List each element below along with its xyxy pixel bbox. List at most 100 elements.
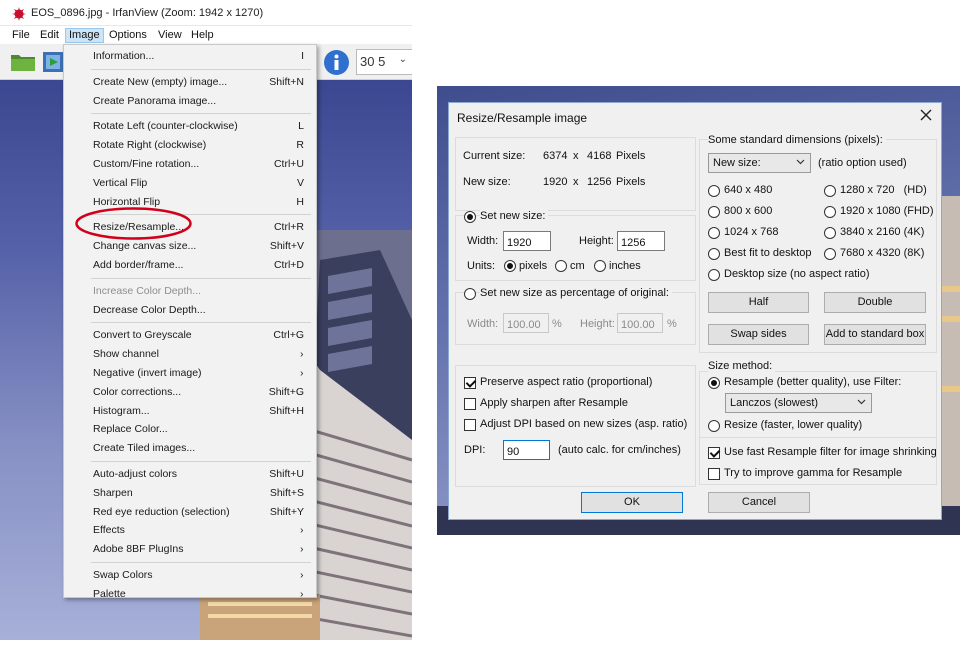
menu-item-sharpen[interactable]: Sharpen Shift+S (64, 484, 316, 502)
pct-height-input[interactable] (617, 313, 663, 333)
swap-sides-button[interactable]: Swap sides (708, 324, 809, 345)
menu-item-color-corrections[interactable]: Color corrections... Shift+G (64, 383, 316, 401)
set-new-size-radio[interactable] (464, 211, 476, 223)
menu-item-label: Red eye reduction (selection) (93, 505, 230, 518)
menu-item-swap-colors[interactable]: Swap Colors › (64, 566, 316, 584)
menu-image[interactable]: Image (65, 28, 104, 43)
menu-item-replace-color[interactable]: Replace Color... (64, 420, 316, 438)
menu-file[interactable]: File (9, 28, 33, 43)
close-icon[interactable] (919, 108, 933, 122)
menu-bar: File Edit Image Options View Help (0, 26, 412, 44)
dim-3840x2160-radio[interactable] (824, 227, 836, 239)
filter-select[interactable]: Lanczos (slowest) (725, 393, 872, 413)
chevron-down-icon[interactable]: ⌄ (399, 54, 407, 65)
unit-cm-radio[interactable] (555, 260, 567, 272)
dim-640x480-radio[interactable] (708, 185, 720, 197)
half-button[interactable]: Half (708, 292, 809, 313)
unit-pixels-radio[interactable] (504, 260, 516, 272)
current-height-value: 4168 (587, 150, 612, 162)
resample-label: Resample (better quality), use Filter: (724, 376, 902, 388)
ok-button[interactable]: OK (581, 492, 683, 513)
zoom-combobox[interactable]: 30 5 ⌄ (356, 49, 412, 75)
menu-item-label: Information... (93, 50, 155, 62)
info-icon[interactable] (323, 49, 350, 76)
new-width-value: 1920 (543, 176, 568, 188)
menu-options[interactable]: Options (106, 28, 150, 43)
new-size-select-value: New size: (713, 157, 761, 169)
menu-item-decrease-color-depth[interactable]: Decrease Color Depth... (64, 301, 316, 319)
menu-item-label: Color corrections... (93, 385, 182, 398)
dim-1024x768-label: 1024 x 768 (724, 226, 779, 238)
menu-item-label: Decrease Color Depth... (93, 303, 206, 316)
menu-separator (91, 113, 311, 115)
dim-1920x1080-label: 1920 x 1080 (FHD) (840, 205, 934, 217)
menu-item-shortcut: Ctrl+R (273, 221, 304, 234)
height-label: Height: (579, 235, 614, 247)
menu-item-create-new-empty-image[interactable]: Create New (empty) image... Shift+N (64, 73, 316, 91)
unit-inches-radio[interactable] (594, 260, 606, 272)
best-fit-desktop-label: Best fit to desktop (724, 247, 812, 259)
menu-item-shortcut: I (301, 50, 304, 62)
menu-item-label: Swap Colors (93, 569, 153, 581)
menu-item-label: Convert to Greyscale (93, 329, 192, 342)
add-to-standard-box-button[interactable]: Add to standard box (824, 324, 926, 345)
apply-sharpen-checkbox[interactable] (464, 398, 476, 410)
menu-item-negative-invert-image[interactable]: Negative (invert image) › (64, 364, 316, 382)
pct-height-sign: % (667, 318, 677, 330)
resample-radio[interactable] (708, 377, 720, 389)
menu-item-create-tiled-images[interactable]: Create Tiled images... (64, 439, 316, 457)
dim-1280x720-radio[interactable] (824, 185, 836, 197)
menu-item-label: Show channel (93, 348, 159, 361)
fast-resample-checkbox[interactable] (708, 447, 720, 459)
menu-item-convert-to-greyscale[interactable]: Convert to Greyscale Ctrl+G (64, 326, 316, 344)
open-folder-icon[interactable] (10, 52, 36, 72)
double-button[interactable]: Double (824, 292, 926, 313)
menu-item-adobe-8bf-plugins[interactable]: Adobe 8BF PlugIns › (64, 540, 316, 558)
pct-width-input[interactable] (503, 313, 549, 333)
menu-item-rotate-right-clockwise[interactable]: Rotate Right (clockwise) R (64, 136, 316, 154)
menu-view[interactable]: View (155, 28, 185, 43)
dpi-input[interactable] (503, 440, 550, 460)
menu-item-custom-fine-rotation[interactable]: Custom/Fine rotation... Ctrl+U (64, 155, 316, 173)
menu-item-create-panorama-image[interactable]: Create Panorama image... (64, 92, 316, 110)
dim-7680x4320-radio[interactable] (824, 248, 836, 260)
menu-item-auto-adjust-colors[interactable]: Auto-adjust colors Shift+U (64, 465, 316, 483)
improve-gamma-checkbox[interactable] (708, 468, 720, 480)
width-label: Width: (467, 235, 499, 247)
menu-item-palette[interactable]: Palette › (64, 585, 316, 603)
pct-width-label: Width: (467, 318, 499, 330)
standard-dims-label: Some standard dimensions (pixels): (708, 134, 886, 146)
menu-item-information[interactable]: Information... I (64, 47, 316, 65)
dim-1024x768-radio[interactable] (708, 227, 720, 239)
menu-help[interactable]: Help (188, 28, 217, 43)
cancel-button[interactable]: Cancel (708, 492, 810, 513)
set-percentage-radio[interactable] (464, 288, 476, 300)
menu-item-label: Custom/Fine rotation... (93, 158, 200, 170)
menu-item-red-eye-reduction-selection[interactable]: Red eye reduction (selection) Shift+Y (64, 503, 316, 521)
set-percentage-label: Set new size as percentage of original: (480, 287, 672, 299)
menu-item-increase-color-depth[interactable]: Increase Color Depth... (64, 282, 316, 300)
menu-item-rotate-left-counter-clockwise[interactable]: Rotate Left (counter-clockwise) L (64, 117, 316, 135)
menu-item-vertical-flip[interactable]: Vertical Flip V (64, 174, 316, 192)
slideshow-icon[interactable] (42, 50, 64, 74)
dim-1920x1080-radio[interactable] (824, 206, 836, 218)
best-fit-desktop-radio[interactable] (708, 248, 720, 260)
new-size-select[interactable]: New size: (708, 153, 811, 173)
menu-item-shortcut: L (298, 120, 304, 133)
desktop-size-label: Desktop size (no aspect ratio) (724, 268, 870, 280)
desktop-size-radio[interactable] (708, 269, 720, 281)
preserve-aspect-checkbox[interactable] (464, 377, 476, 389)
dim-640x480-label: 640 x 480 (724, 184, 773, 196)
menu-item-show-channel[interactable]: Show channel › (64, 345, 316, 363)
menu-item-effects[interactable]: Effects › (64, 521, 316, 539)
width-input[interactable] (503, 231, 551, 251)
dim-800x600-radio[interactable] (708, 206, 720, 218)
adjust-dpi-checkbox[interactable] (464, 419, 476, 431)
menu-edit[interactable]: Edit (37, 28, 62, 43)
resize-radio[interactable] (708, 420, 720, 432)
menu-item-histogram[interactable]: Histogram... Shift+H (64, 402, 316, 420)
highlight-ring-annotation (75, 207, 192, 240)
submenu-arrow-icon: › (300, 587, 304, 600)
menu-item-add-border-frame[interactable]: Add border/frame... Ctrl+D (64, 256, 316, 274)
height-input[interactable] (617, 231, 665, 251)
